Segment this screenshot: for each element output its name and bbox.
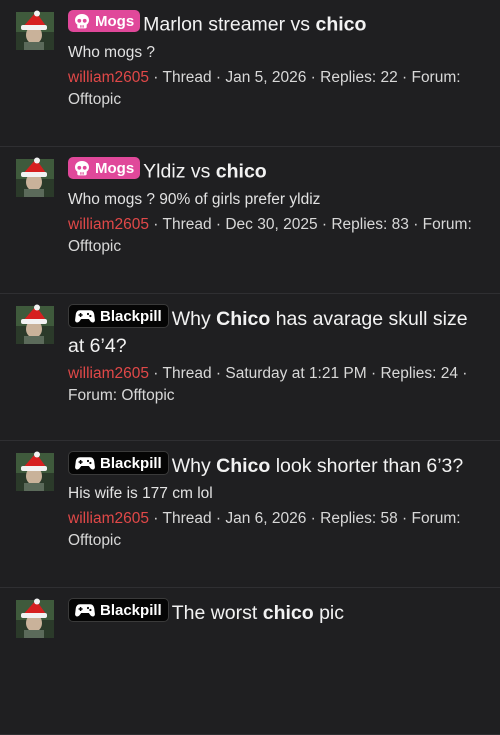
- badge-label: Blackpill: [100, 454, 162, 472]
- title-keyword: chico: [215, 160, 267, 183]
- username-link[interactable]: william2605: [68, 69, 149, 86]
- title-text: The worst: [171, 602, 263, 624]
- title-text-end: pic: [313, 602, 345, 624]
- search-result[interactable]: Blackpill Why Chico look shorter than 6’…: [0, 441, 500, 588]
- gamepad-icon: [75, 310, 95, 323]
- badge-label: Mogs: [95, 12, 135, 30]
- thread-title-link[interactable]: Mogs Marlon streamer vs chico: [68, 10, 486, 39]
- prefix-badge-mogs: Mogs: [68, 157, 141, 179]
- search-result[interactable]: Blackpill Why Chico has avarage skull si…: [0, 294, 500, 441]
- gamepad-icon: [75, 457, 95, 470]
- prefix-badge-mogs: Mogs: [68, 10, 141, 32]
- username-link[interactable]: william2605: [68, 510, 149, 527]
- thread-title-link[interactable]: Blackpill Why Chico look shorter than 6’…: [68, 451, 486, 480]
- search-results-list: Mogs Marlon streamer vs chico Who mogs ?…: [0, 0, 500, 735]
- title-text: Yldiz vs: [143, 160, 216, 183]
- result-meta: william2605 · Thread · Jan 5, 2026 · Rep…: [68, 67, 486, 111]
- user-avatar[interactable]: [16, 304, 54, 344]
- user-avatar[interactable]: [16, 451, 54, 491]
- result-content: Mogs Yldiz vs chico Who mogs ? 90% of gi…: [68, 157, 486, 258]
- badge-label: Mogs: [95, 159, 135, 177]
- result-content: Mogs Marlon streamer vs chico Who mogs ?…: [68, 10, 486, 111]
- badge-label: Blackpill: [100, 601, 162, 619]
- title-keyword: chico: [315, 13, 367, 36]
- title-text: Why: [171, 455, 217, 477]
- badge-label: Blackpill: [100, 307, 162, 325]
- user-avatar[interactable]: [16, 157, 54, 197]
- search-result[interactable]: Blackpill The worst chico pic: [0, 588, 500, 735]
- title-keyword: Chico: [216, 308, 271, 330]
- username-link[interactable]: william2605: [68, 365, 149, 382]
- prefix-badge-blackpill: Blackpill: [68, 451, 169, 475]
- username-link[interactable]: william2605: [68, 216, 149, 233]
- result-content: Blackpill Why Chico look shorter than 6’…: [68, 451, 486, 552]
- title-text: Marlon streamer vs: [143, 13, 316, 36]
- result-content: Blackpill Why Chico has avarage skull si…: [68, 304, 486, 407]
- user-avatar[interactable]: [16, 10, 54, 50]
- thread-title-link[interactable]: Blackpill The worst chico pic: [68, 598, 486, 627]
- title-keyword: chico: [262, 602, 314, 624]
- result-snippet: His wife is 177 cm lol: [68, 485, 213, 502]
- gamepad-icon: [75, 604, 95, 617]
- search-result[interactable]: Mogs Marlon streamer vs chico Who mogs ?…: [0, 0, 500, 147]
- result-content: Blackpill The worst chico pic: [68, 598, 486, 627]
- title-keyword: Chico: [216, 455, 271, 477]
- result-meta: william2605 · Thread · Jan 6, 2026 · Rep…: [68, 508, 486, 552]
- result-meta: william2605 · Thread · Dec 30, 2025 · Re…: [68, 214, 486, 258]
- user-avatar[interactable]: [16, 598, 54, 638]
- thread-title-link[interactable]: Blackpill Why Chico has avarage skull si…: [68, 304, 486, 360]
- result-snippet: Who mogs ? 90% of girls prefer yldiz: [68, 190, 321, 208]
- skull-icon: [75, 160, 89, 175]
- thread-title-link[interactable]: Mogs Yldiz vs chico: [68, 157, 486, 186]
- result-meta: william2605 · Thread · Saturday at 1:21 …: [68, 363, 486, 407]
- prefix-badge-blackpill: Blackpill: [68, 304, 169, 328]
- title-text-end: look shorter than 6’3?: [270, 455, 464, 477]
- title-text: Why: [171, 308, 217, 330]
- skull-icon: [75, 13, 89, 28]
- prefix-badge-blackpill: Blackpill: [68, 598, 169, 622]
- result-snippet: Who mogs ?: [68, 43, 156, 61]
- search-result[interactable]: Mogs Yldiz vs chico Who mogs ? 90% of gi…: [0, 147, 500, 294]
